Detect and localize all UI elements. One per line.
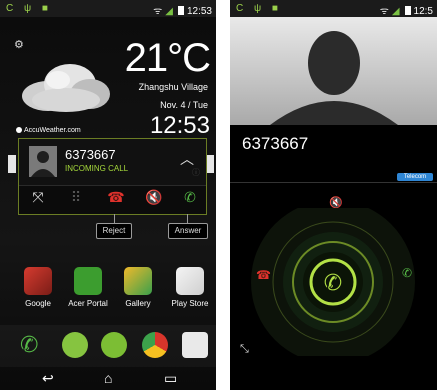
caller-number: 6373667 [65, 147, 116, 162]
accept-icon[interactable]: ✆ [402, 266, 412, 280]
weather-temperature[interactable]: 21°C [125, 36, 211, 81]
back-icon[interactable]: ↩ [42, 370, 54, 387]
notification-icons: C ψ ■ [6, 3, 52, 14]
divider [230, 182, 437, 183]
app-google[interactable]: Google [18, 267, 58, 308]
app-play-store[interactable]: Play Store [170, 267, 210, 308]
app-label: Play Store [171, 299, 209, 308]
chrome-icon[interactable] [142, 332, 168, 358]
incoming-call-panel: C ψ ■ ᯤ ◢ 12:5 6373667 Telecom 🔇 ✆ ☎ ✆ ⤡ [230, 0, 437, 390]
play-store-icon [176, 267, 204, 295]
status-right: ᯤ ◢ 12:53 [153, 3, 212, 17]
battery-icon [404, 6, 411, 15]
divider [19, 185, 206, 186]
home-screen-panel: C ψ ■ ᯤ ◢ 12:53 ⚙ 21°C Zhangshu Village No… [0, 0, 216, 390]
phone-icon[interactable]: ✆ [20, 332, 46, 358]
accuweather-logo-icon [16, 127, 22, 133]
gallery-icon [124, 267, 152, 295]
widget-edge-left [8, 155, 16, 173]
answer-ring-control[interactable]: ✆ [246, 208, 420, 356]
call-popup-header: 6373667 INCOMING CALL ︿ ⓘ [19, 139, 206, 185]
chevron-up-icon[interactable]: ︿ [180, 149, 194, 169]
app-label: Google [25, 299, 51, 308]
caller-number: 6373667 [242, 134, 309, 153]
incoming-call-popup: 6373667 INCOMING CALL ︿ ⓘ ⤧ ⠿ ☎ 🔇 ✆ [18, 138, 207, 215]
status-bar: C ψ ■ ᯤ ◢ 12:53 [0, 0, 216, 17]
app-label: Acer Portal [68, 299, 108, 308]
svg-text:✆: ✆ [324, 271, 342, 296]
messaging-icon[interactable] [62, 332, 88, 358]
google-folder-icon [24, 267, 52, 295]
weather-date: Nov. 4 / Tue [160, 100, 208, 110]
status-right: ᯤ ◢ 12:5 [380, 3, 433, 17]
signal-icon: ◢ [165, 6, 173, 17]
camera-icon[interactable] [182, 332, 208, 358]
weather-provider-text: AccuWeather.com [24, 127, 81, 134]
app-acer-portal[interactable]: Acer Portal [68, 267, 108, 308]
dialpad-icon[interactable]: ⠿ [65, 189, 87, 206]
reject-pointer [114, 214, 115, 223]
person-silhouette-icon [29, 146, 57, 177]
answer-call-icon[interactable]: ✆ [179, 189, 201, 206]
app-drawer-icon[interactable] [101, 332, 127, 358]
notification-icons: C ψ ■ [236, 3, 282, 14]
status-time: 12:5 [413, 6, 433, 17]
app-gallery[interactable]: Gallery [118, 267, 158, 308]
dismiss-icon[interactable]: ⓘ [192, 167, 200, 178]
wifi-icon: ᯤ [379, 6, 389, 17]
reject-button[interactable]: Reject [96, 223, 132, 239]
decline-icon[interactable]: ☎ [256, 268, 271, 282]
weather-location: Zhangshu Village [138, 82, 208, 92]
battery-icon [177, 6, 184, 15]
call-status: INCOMING CALL [65, 164, 129, 173]
wifi-icon: ᯤ [153, 6, 163, 17]
status-bar: C ψ ■ ᯤ ◢ 12:5 [230, 0, 437, 17]
screenshot-pair: C ψ ■ ᯤ ◢ 12:53 ⚙ 21°C Zhangshu Village No… [0, 0, 437, 390]
answer-pointer [187, 214, 188, 223]
app-label: Gallery [125, 299, 151, 308]
carrier-badge: Telecom [397, 173, 433, 181]
cloud-weather-icon [22, 64, 110, 112]
signal-icon: ◢ [391, 6, 400, 17]
caller-photo [230, 17, 437, 125]
home-icon[interactable]: ⌂ [104, 370, 112, 386]
navigation-bar: ↩ ⌂ ▭ [0, 369, 216, 390]
mute-ringer-icon[interactable]: 🔇 [143, 189, 165, 206]
recents-icon[interactable]: ▭ [164, 370, 177, 387]
reject-call-icon[interactable]: ☎ [105, 189, 127, 206]
widget-edge-right [206, 155, 214, 173]
weather-provider[interactable]: AccuWeather.com [16, 127, 81, 134]
person-silhouette-icon [270, 31, 398, 125]
status-time: 12:53 [186, 6, 212, 17]
gear-icon[interactable]: ⚙ [14, 38, 24, 51]
clock-time[interactable]: 12:53 [150, 112, 210, 140]
answer-button[interactable]: Answer [168, 223, 208, 239]
minimize-icon[interactable]: ⤡ [240, 343, 249, 356]
acer-portal-icon [74, 267, 102, 295]
expand-icon[interactable]: ⤧ [27, 189, 49, 206]
caller-avatar [29, 146, 57, 177]
